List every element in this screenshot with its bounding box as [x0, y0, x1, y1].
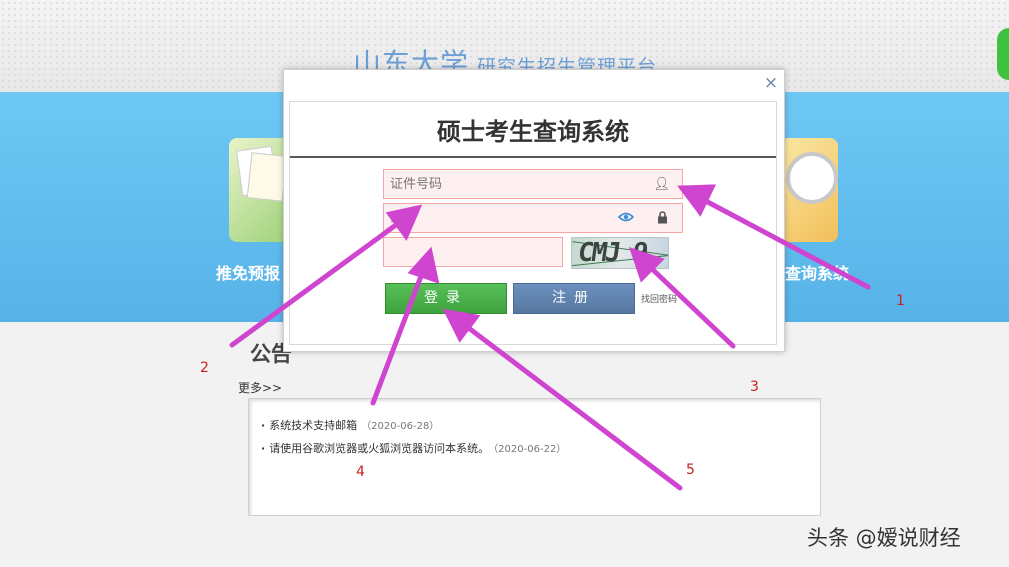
- annotation-label-5: 5: [686, 462, 695, 478]
- annotation-label-3: 3: [750, 379, 759, 395]
- annotation-label-2: 2: [200, 360, 209, 376]
- annotation-label-4: 4: [356, 464, 365, 480]
- annotation-arrows: [229, 184, 871, 491]
- arrowhead-1: [677, 184, 717, 217]
- arrow-2: [229, 219, 403, 348]
- arrow-3: [647, 264, 736, 349]
- arrowhead-4: [407, 246, 440, 284]
- arrow-5: [463, 323, 683, 491]
- arrowhead-5: [442, 308, 481, 343]
- annotation-label-1: 1: [896, 293, 905, 309]
- arrow-4: [370, 268, 426, 406]
- arrowhead-2: [385, 204, 423, 242]
- watermark: 头条 @嫒说财经: [807, 526, 961, 550]
- arrow-1: [699, 196, 871, 290]
